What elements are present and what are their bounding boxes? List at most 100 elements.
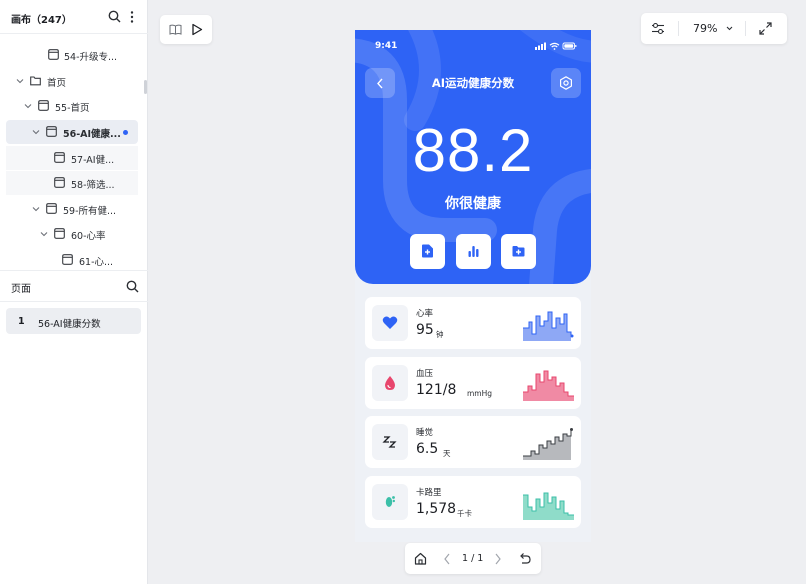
phone-artboard: 9:41 AI运动健康分数 88.2 你很健康 心率 95 钟 血压 121/8…	[355, 30, 591, 542]
bar-chart-icon	[468, 246, 479, 257]
frame-icon	[54, 228, 65, 239]
add-folder-icon	[512, 246, 525, 257]
metric-title: 血压	[416, 369, 434, 379]
gear-icon	[560, 76, 572, 90]
expand-icon[interactable]	[759, 22, 772, 35]
page-list-item[interactable]: 1 56-AI健康分数	[6, 308, 141, 334]
status-bar-icons	[535, 42, 577, 50]
chevron-down-icon[interactable]	[32, 128, 40, 136]
metric-unit: 天	[443, 449, 451, 458]
layer-tree: 54-升级专... 首页 55-首页 56-AI健康... 57-AI健... …	[0, 42, 148, 268]
tree-item[interactable]: 54-升级专...	[6, 43, 138, 67]
tree-item-label: 55-首页	[55, 103, 90, 114]
chevron-down-icon[interactable]	[16, 77, 24, 85]
page-indicator: 1 / 1	[462, 553, 484, 564]
sleep-zzz-icon	[382, 436, 397, 448]
metric-card-blood-pressure[interactable]: 血压 121/8 mmHg	[365, 357, 581, 409]
frame-icon	[54, 152, 65, 163]
health-score: 88.2	[412, 117, 534, 184]
frame-icon	[62, 254, 73, 265]
frame-icon	[38, 100, 49, 111]
page-label: 56-AI健康分数	[38, 319, 101, 330]
metric-card-calories[interactable]: 卡路里 1,578 千卡	[365, 476, 581, 528]
tree-item-selected[interactable]: 56-AI健康...	[6, 120, 138, 144]
metric-card-heart-rate[interactable]: 心率 95 钟	[365, 297, 581, 349]
tree-item-label: 57-AI健...	[71, 155, 115, 166]
metric-title: 卡路里	[416, 488, 442, 498]
scrollbar-thumb[interactable]	[144, 80, 147, 94]
chevron-down-icon[interactable]	[40, 230, 48, 238]
metric-value: 121/8	[416, 382, 457, 398]
home-icon[interactable]	[414, 552, 427, 565]
blood-pressure-sparkline	[523, 370, 574, 401]
metric-card-sleep[interactable]: 睡觉 6.5 天	[365, 416, 581, 468]
tree-item[interactable]: 59-所有健...	[6, 197, 138, 221]
metric-title: 睡觉	[416, 428, 434, 438]
tree-item-label: 60-心率	[71, 231, 106, 242]
metric-unit: mmHg	[467, 389, 493, 398]
book-icon[interactable]	[169, 24, 182, 35]
tree-item[interactable]: 58-筛选...	[6, 171, 138, 195]
active-dot	[123, 130, 128, 135]
chevron-down-icon[interactable]	[24, 102, 32, 110]
heart-rate-sparkline	[523, 311, 574, 341]
divider	[745, 21, 746, 36]
divider	[678, 21, 679, 36]
frame-icon	[54, 177, 65, 188]
metric-value: 95	[416, 322, 434, 338]
play-icon[interactable]	[191, 23, 203, 36]
chevron-left-icon[interactable]	[443, 553, 451, 565]
page-navigator: 1 / 1	[405, 543, 541, 574]
page-number: 1	[18, 316, 25, 327]
back-button[interactable]	[365, 68, 395, 98]
metric-title: 心率	[416, 309, 434, 319]
metric-icon-box	[372, 484, 408, 520]
footprint-icon	[385, 496, 395, 507]
chevron-left-icon	[377, 78, 383, 89]
tree-item-label: 54-升级专...	[64, 52, 118, 63]
preview-mode-toolbar	[160, 15, 212, 44]
tree-item[interactable]: 55-首页	[6, 94, 138, 118]
frame-icon	[48, 49, 59, 60]
metric-value: 6.5	[416, 441, 439, 457]
tree-item-label: 58-筛选...	[71, 180, 115, 191]
metric-unit: 千卡	[457, 509, 472, 518]
tree-item[interactable]: 61-心...	[6, 248, 138, 268]
tree-item[interactable]: 57-AI健...	[6, 146, 138, 170]
status-time: 9:41	[375, 41, 398, 51]
search-icon[interactable]	[126, 280, 139, 293]
metric-icon-box	[372, 365, 408, 401]
search-icon[interactable]	[108, 10, 121, 23]
pages-header: 页面	[0, 270, 148, 302]
metric-icon-box	[372, 424, 408, 460]
layers-panel: 画布（247） 54-升级专... 首页 55-首页 56-AI健康... 57…	[0, 0, 148, 584]
chevron-right-icon[interactable]	[494, 553, 502, 565]
more-vertical-icon[interactable]	[127, 10, 137, 24]
tree-item-label: 59-所有健...	[63, 206, 117, 217]
add-report-button[interactable]	[410, 234, 445, 269]
tree-item-label: 61-心...	[79, 257, 114, 268]
heart-icon	[382, 316, 398, 329]
settings-button[interactable]	[551, 68, 581, 98]
score-hero: 9:41 AI运动健康分数 88.2 你很健康	[355, 30, 591, 284]
layers-header: 画布（247）	[0, 0, 148, 34]
undo-icon[interactable]	[518, 552, 531, 565]
frame-icon	[46, 126, 57, 137]
calories-sparkline	[523, 492, 574, 520]
add-folder-button[interactable]	[501, 234, 536, 269]
tree-item[interactable]: 60-心率	[6, 222, 138, 246]
zoom-level[interactable]: 79%	[693, 22, 717, 35]
chevron-down-icon[interactable]	[726, 25, 733, 32]
sliders-icon[interactable]	[651, 22, 665, 35]
sleep-sparkline	[523, 428, 573, 460]
chevron-down-icon[interactable]	[32, 205, 40, 213]
canvas-title: 画布（247）	[11, 15, 72, 26]
tree-item-label: 56-AI健康...	[63, 129, 121, 140]
tree-item-folder[interactable]: 首页	[6, 69, 138, 93]
statistics-button[interactable]	[456, 234, 491, 269]
health-status-label: 你很健康	[445, 196, 501, 212]
nav-title: AI运动健康分数	[431, 76, 515, 90]
tree-item-label: 首页	[47, 78, 67, 89]
folder-icon	[30, 76, 41, 86]
metric-unit: 钟	[436, 330, 444, 339]
